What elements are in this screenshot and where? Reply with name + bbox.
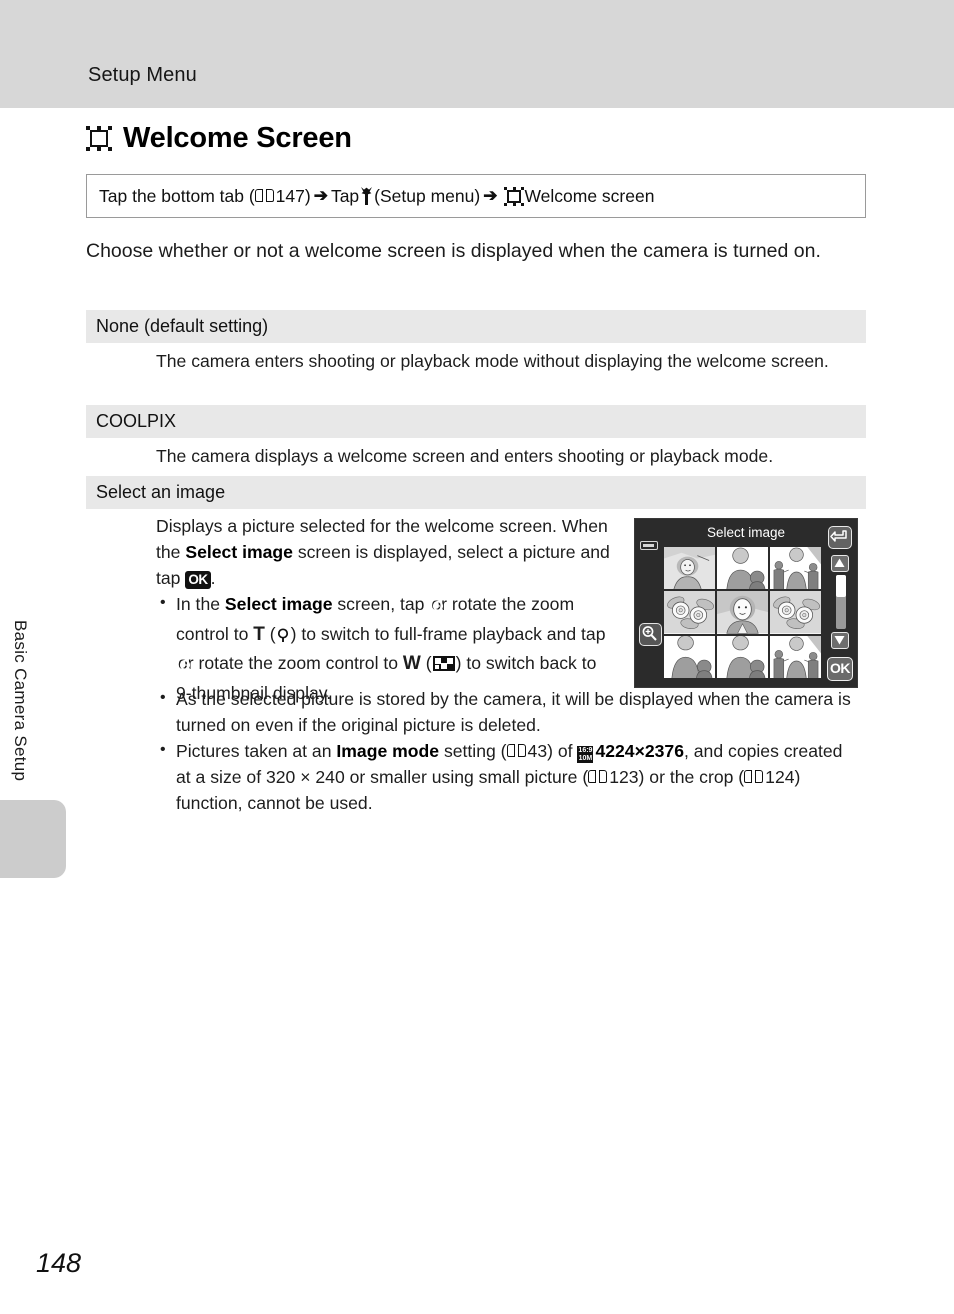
page-header-band bbox=[0, 0, 954, 108]
wide-bullet-section: As the selected picture is stored by the… bbox=[156, 685, 856, 816]
lcd-ok-button[interactable]: OK bbox=[827, 657, 853, 681]
thumbnail-display-icon bbox=[432, 656, 455, 671]
list-item[interactable] bbox=[664, 591, 715, 634]
bullet-image-mode-restriction: Pictures taken at an Image mode setting … bbox=[156, 737, 856, 816]
option-body-none: The camera enters shooting or playback m… bbox=[156, 348, 856, 374]
path-arrow-icon-2: ➔ bbox=[483, 186, 498, 205]
bullet1-text-g: ( bbox=[420, 653, 432, 673]
bullet1-text-e: ) to switch to full-frame playback and t… bbox=[290, 624, 606, 644]
ok-button-icon: OK bbox=[185, 571, 211, 589]
menu-path-box: Tap the bottom tab ( 147 ) ➔ Tap (Setup … bbox=[86, 174, 866, 218]
thumbnail-grid[interactable] bbox=[664, 547, 821, 678]
path-arrow-icon-1: ➔ bbox=[313, 186, 328, 205]
magnifier-outline-icon bbox=[277, 624, 290, 650]
bullet3-text-b: setting ( bbox=[439, 741, 507, 761]
list-item[interactable] bbox=[664, 635, 715, 678]
bullet1-text-b: screen, tap bbox=[332, 594, 430, 614]
zoom-W-letter: W bbox=[402, 653, 421, 674]
list-item[interactable] bbox=[770, 591, 821, 634]
back-arrow-icon[interactable] bbox=[828, 526, 852, 549]
wide-bullet-list: As the selected picture is stored by the… bbox=[156, 685, 856, 816]
bullet3-text-e: ) or the crop ( bbox=[638, 767, 745, 787]
lcd-screen-title: Select image bbox=[706, 525, 786, 540]
manual-reference-book-icon bbox=[254, 189, 274, 203]
option-header-none: None (default setting) bbox=[86, 310, 866, 343]
list-item[interactable] bbox=[664, 547, 715, 590]
vertical-scrollbar[interactable] bbox=[836, 575, 846, 629]
scrollbar-thumb[interactable] bbox=[836, 575, 846, 597]
list-item[interactable] bbox=[770, 635, 821, 678]
magnifier-zoom-in-icon[interactable] bbox=[639, 623, 662, 646]
bullet3-ref-124: 124 bbox=[765, 767, 795, 787]
page-title: Welcome Screen bbox=[86, 122, 352, 155]
bullet3-bold-image-mode: Image mode bbox=[336, 741, 440, 761]
intro-paragraph: Choose whether or not a welcome screen i… bbox=[86, 240, 821, 262]
list-item[interactable] bbox=[717, 635, 768, 678]
manual-reference-book-icon-2 bbox=[506, 744, 526, 758]
image-mode-16x9-icon: 16:9 10M bbox=[577, 746, 594, 763]
side-tab-marker bbox=[0, 800, 66, 878]
list-item[interactable] bbox=[770, 547, 821, 590]
select-image-line1: Displays a picture selected for the welc… bbox=[156, 516, 557, 536]
bullet3-text-c: ) of bbox=[547, 741, 578, 761]
scroll-down-triangle-icon[interactable] bbox=[831, 632, 849, 649]
list-item[interactable] bbox=[717, 547, 768, 590]
select-image-paragraph: Displays a picture selected for the welc… bbox=[156, 513, 612, 591]
bullet3-resolution: 4224×2376 bbox=[595, 741, 684, 761]
option-header-select-an-image: Select an image bbox=[86, 476, 866, 509]
menu-path-part1: Tap the bottom tab ( bbox=[99, 185, 255, 206]
image-mode-icon-size: 10M bbox=[578, 755, 593, 762]
bullet-stored-picture: As the selected picture is stored by the… bbox=[156, 685, 856, 738]
battery-icon bbox=[640, 541, 658, 550]
list-item[interactable] bbox=[717, 591, 768, 634]
option-body-coolpix: The camera displays a welcome screen and… bbox=[156, 443, 856, 469]
image-mode-icon-ratio: 16:9 bbox=[578, 747, 593, 754]
bullet1-text-f: or rotate the zoom control to bbox=[178, 653, 403, 673]
bullet1-text-d: ( bbox=[264, 624, 276, 644]
option-body-coolpix-text: The camera displays a welcome screen and… bbox=[156, 446, 774, 466]
menu-path-ref1: 147 bbox=[275, 185, 305, 206]
bullet1-bold: Select image bbox=[224, 594, 333, 614]
bullet3-ref-43: 43 bbox=[527, 741, 548, 761]
menu-path-part3: Tap bbox=[330, 185, 360, 206]
welcome-screen-frame-icon-inline bbox=[504, 186, 525, 206]
manual-reference-book-icon-3 bbox=[588, 770, 608, 784]
bullet3-ref-123: 123 bbox=[609, 767, 639, 787]
select-image-line2d: . bbox=[210, 568, 216, 588]
menu-path-part5: Welcome screen bbox=[524, 185, 655, 206]
bullet3-text-a: Pictures taken at an bbox=[176, 741, 337, 761]
camera-lcd-figure: Select image OK bbox=[634, 518, 858, 688]
scroll-up-triangle-icon[interactable] bbox=[831, 555, 849, 572]
page-title-text: Welcome Screen bbox=[123, 122, 352, 154]
option-body-select-an-image: Displays a picture selected for the welc… bbox=[156, 513, 612, 706]
menu-path-part4: (Setup menu) bbox=[374, 185, 481, 206]
select-image-bold: Select image bbox=[185, 542, 293, 562]
welcome-screen-frame-icon bbox=[86, 126, 112, 151]
page-number: 148 bbox=[36, 1248, 82, 1278]
bullet1-text-a: In the bbox=[176, 594, 225, 614]
zoom-T-letter: T bbox=[253, 624, 265, 645]
option-body-none-text: The camera enters shooting or playback m… bbox=[156, 351, 829, 371]
setup-wrench-icon bbox=[359, 187, 374, 205]
option-header-coolpix: COOLPIX bbox=[86, 405, 866, 438]
section-title: Setup Menu bbox=[88, 64, 197, 86]
manual-reference-book-icon-4 bbox=[744, 770, 764, 784]
